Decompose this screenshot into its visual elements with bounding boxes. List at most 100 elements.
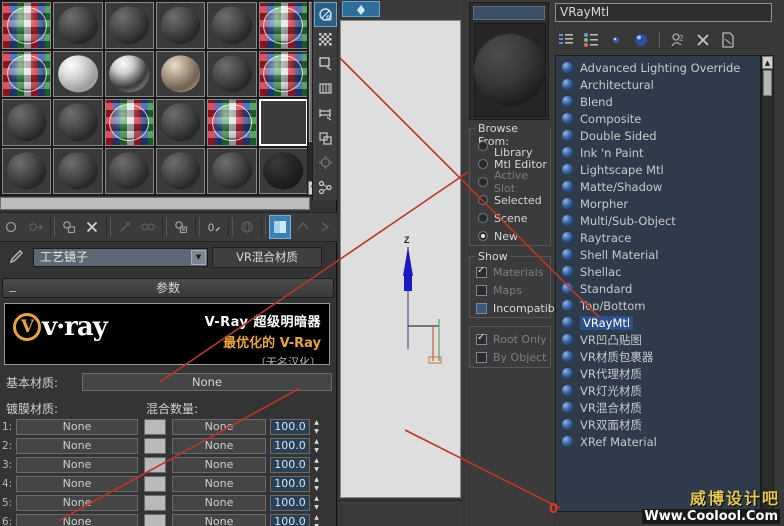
- spinner-arrows-6[interactable]: ▲▼: [311, 514, 322, 526]
- collapse-icon[interactable]: −: [8, 283, 17, 301]
- video-color-check-icon[interactable]: [314, 101, 337, 126]
- browser-toolbar[interactable]: 2: [555, 28, 772, 52]
- material-search-field[interactable]: VRayMtl: [555, 3, 772, 22]
- spinner-arrows-5[interactable]: ▲▼: [311, 495, 322, 511]
- material-list-item-18[interactable]: VR代理材质: [556, 365, 760, 382]
- blend-amount-field-6[interactable]: 100.0: [270, 514, 310, 526]
- mix-map-button-1[interactable]: None: [172, 419, 266, 435]
- material-type-button[interactable]: VR混合材质: [212, 247, 322, 268]
- coat-material-button-1[interactable]: None: [16, 419, 138, 435]
- material-slot-5[interactable]: [207, 2, 256, 49]
- sample-uv-tiling-icon[interactable]: [314, 76, 337, 101]
- radio-icon[interactable]: [478, 213, 488, 223]
- show-filter-options[interactable]: Root OnlyBy Object: [470, 327, 550, 366]
- material-list-item-4[interactable]: Double Sided: [556, 127, 760, 144]
- view-large-icons-icon[interactable]: [630, 29, 652, 51]
- reset-map-icon[interactable]: [81, 215, 103, 239]
- put-to-scene-icon[interactable]: [25, 215, 47, 239]
- spinner-arrows-4[interactable]: ▲▼: [311, 476, 322, 492]
- material-list-item-16[interactable]: VR凹凸贴图: [556, 331, 760, 348]
- backlight-icon[interactable]: [314, 27, 337, 52]
- blend-amount-field-1[interactable]: 100.0: [270, 419, 310, 435]
- spinner-arrows-1[interactable]: ▲▼: [311, 419, 322, 435]
- material-slot-19[interactable]: [2, 148, 51, 195]
- coat-color-swatch-5[interactable]: [144, 495, 166, 511]
- coat-color-swatch-2[interactable]: [144, 438, 166, 454]
- material-slot-3[interactable]: [105, 2, 154, 49]
- material-slot-12[interactable]: [259, 51, 308, 98]
- show-option-0[interactable]: Materials: [470, 263, 550, 281]
- chevron-down-icon[interactable]: ▼: [191, 250, 206, 265]
- coat-color-swatch-4[interactable]: [144, 476, 166, 492]
- material-slot-6[interactable]: [259, 2, 308, 49]
- material-list-item-9[interactable]: Multi/Sub-Object: [556, 212, 760, 229]
- delete-from-library-icon[interactable]: [692, 29, 714, 51]
- show-options[interactable]: MaterialsMapsIncompatible: [470, 257, 550, 317]
- material-slot-9[interactable]: [105, 51, 154, 98]
- material-list-item-20[interactable]: VR混合材质: [556, 399, 760, 416]
- material-slot-24[interactable]: [259, 148, 308, 195]
- coat-color-swatch-3[interactable]: [144, 457, 166, 473]
- material-slot-8[interactable]: [53, 51, 102, 98]
- browse-from-option-2[interactable]: Active Slot: [470, 173, 550, 191]
- material-list-item-1[interactable]: Architectural: [556, 76, 760, 93]
- browse-from-option-5[interactable]: New: [470, 227, 550, 245]
- radio-icon[interactable]: [478, 177, 488, 187]
- radio-icon[interactable]: [478, 159, 488, 169]
- update-scene-icon[interactable]: 2: [667, 29, 689, 51]
- material-list-item-3[interactable]: Composite: [556, 110, 760, 127]
- material-list-item-13[interactable]: Standard: [556, 280, 760, 297]
- browse-from-option-4[interactable]: Scene: [470, 209, 550, 227]
- go-forward-sibling-icon[interactable]: [315, 215, 337, 239]
- view-list-icons-icon[interactable]: [580, 29, 602, 51]
- material-slot-22[interactable]: [156, 148, 205, 195]
- material-list-item-15[interactable]: VRayMtl: [556, 314, 760, 331]
- show-map-in-viewport-icon[interactable]: [236, 215, 258, 239]
- material-list-item-0[interactable]: Advanced Lighting Override: [556, 59, 760, 76]
- material-slot-18[interactable]: [259, 99, 308, 146]
- material-slot-14[interactable]: [53, 99, 102, 146]
- viewport-canvas[interactable]: Z: [340, 20, 461, 498]
- material-list-item-17[interactable]: VR材质包裹器: [556, 348, 760, 365]
- viewport-tool-icon[interactable]: [342, 1, 380, 17]
- material-slot-grid[interactable]: [0, 0, 310, 196]
- material-effects-id-icon[interactable]: 0: [203, 215, 225, 239]
- blend-amount-field-4[interactable]: 100.0: [270, 476, 310, 492]
- material-slot-17[interactable]: [207, 99, 256, 146]
- material-list-item-11[interactable]: Shell Material: [556, 246, 760, 263]
- make-material-copy-icon[interactable]: [114, 215, 136, 239]
- coat-material-button-4[interactable]: None: [16, 476, 138, 492]
- show-filter-option-1[interactable]: By Object: [470, 348, 550, 366]
- mix-map-button-5[interactable]: None: [172, 495, 266, 511]
- material-list-item-6[interactable]: Lightscape Mtl: [556, 161, 760, 178]
- options-icon[interactable]: [314, 151, 337, 176]
- view-list-icon[interactable]: [555, 29, 577, 51]
- make-preview-icon[interactable]: [314, 126, 337, 151]
- slot-grid-horizontal-scrollbar[interactable]: [0, 197, 310, 210]
- material-name-field[interactable]: 工艺镜子 ▼: [33, 248, 208, 267]
- mix-map-button-2[interactable]: None: [172, 438, 266, 454]
- material-list-item-2[interactable]: Blend: [556, 93, 760, 110]
- base-material-button[interactable]: None: [82, 373, 332, 391]
- blend-amount-field-3[interactable]: 100.0: [270, 457, 310, 473]
- material-list-item-14[interactable]: Top/Bottom: [556, 297, 760, 314]
- coat-material-button-5[interactable]: None: [16, 495, 138, 511]
- blend-amount-field-2[interactable]: 100.0: [270, 438, 310, 454]
- coat-material-button-3[interactable]: None: [16, 457, 138, 473]
- show-filter-option-0[interactable]: Root Only: [470, 330, 550, 348]
- material-editor-vertical-toolbar[interactable]: [312, 0, 337, 200]
- material-list-item-21[interactable]: VR双面材质: [556, 416, 760, 433]
- coat-color-swatch-1[interactable]: [144, 419, 166, 435]
- material-slot-15[interactable]: [105, 99, 154, 146]
- material-slot-1[interactable]: [2, 2, 51, 49]
- show-option-2[interactable]: Incompatible: [470, 299, 550, 317]
- material-list-scrollbar[interactable]: [761, 55, 774, 512]
- mix-map-button-4[interactable]: None: [172, 476, 266, 492]
- material-editor-toolbar[interactable]: 0: [0, 212, 337, 242]
- radio-icon[interactable]: [478, 231, 488, 241]
- eyedropper-icon[interactable]: [3, 246, 29, 268]
- material-list-item-22[interactable]: XRef Material: [556, 433, 760, 450]
- material-list-item-10[interactable]: Raytrace: [556, 229, 760, 246]
- view-small-icons-icon[interactable]: [605, 29, 627, 51]
- put-to-library-icon[interactable]: [170, 215, 192, 239]
